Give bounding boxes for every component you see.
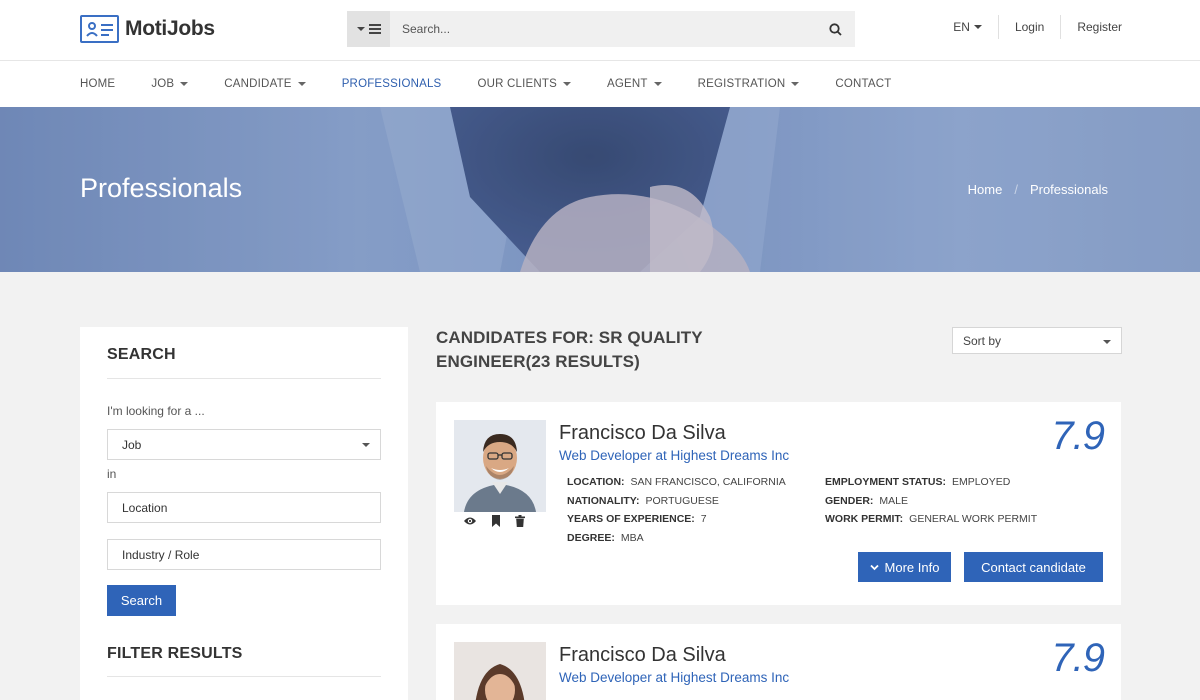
eye-icon[interactable] bbox=[463, 515, 477, 527]
more-info-label: More Info bbox=[884, 559, 940, 575]
breadcrumb-current: Professionals bbox=[1029, 182, 1108, 197]
page-title: Professionals bbox=[80, 173, 243, 203]
candidate-card: Francisco Da Silva Web Developer at High… bbox=[436, 402, 1121, 605]
candidate-photo bbox=[454, 642, 546, 700]
register-link[interactable]: Register bbox=[1077, 20, 1122, 34]
logo[interactable]: MotiJobs bbox=[80, 14, 215, 44]
search-category-toggle[interactable] bbox=[347, 11, 390, 47]
breadcrumb: Home / Professionals bbox=[968, 182, 1108, 197]
looking-for-label: I'm looking for a ... bbox=[107, 404, 205, 418]
caret-down-icon bbox=[362, 443, 370, 447]
nav-candidate[interactable]: CANDIDATE bbox=[224, 78, 306, 90]
header-search bbox=[347, 11, 855, 47]
candidate-role[interactable]: Web Developer at Highest Dreams Inc bbox=[559, 448, 789, 463]
top-header: MotiJobs EN Login Register bbox=[0, 0, 1200, 61]
nationality-row: NATIONALITY: PORTUGUESE bbox=[567, 494, 719, 507]
filter-results-heading: FILTER RESULTS bbox=[107, 645, 243, 662]
breadcrumb-home[interactable]: Home bbox=[968, 182, 1003, 197]
industry-role-placeholder: Industry / Role bbox=[122, 547, 200, 562]
caret-down-icon bbox=[973, 25, 982, 29]
language-select[interactable]: EN bbox=[953, 20, 982, 34]
in-label: in bbox=[107, 467, 117, 481]
employment-row: EMPLOYMENT STATUS: EMPLOYED bbox=[825, 476, 1011, 488]
search-sidebar: SEARCH I'm looking for a ... Job in Loca… bbox=[80, 327, 408, 700]
login-link[interactable]: Login bbox=[1015, 20, 1044, 34]
nav-agent[interactable]: AGENT bbox=[607, 78, 662, 90]
divider bbox=[107, 676, 381, 677]
menu-icon bbox=[368, 24, 381, 34]
nav-our-clients[interactable]: OUR CLIENTS bbox=[477, 78, 571, 90]
nav-registration[interactable]: REGISTRATION bbox=[698, 78, 800, 90]
brand-name: MotiJobs bbox=[125, 17, 215, 40]
work-permit-row: WORK PERMIT: GENERAL WORK PERMIT bbox=[825, 513, 1038, 525]
caret-down-icon bbox=[1103, 340, 1111, 344]
candidate-name[interactable]: Francisco Da Silva bbox=[559, 644, 726, 667]
degree-row: DEGREE: MBA bbox=[567, 531, 644, 544]
location-row: LOCATION: SAN FRANCISCO, CALIFORNIA bbox=[567, 476, 786, 488]
experience-row: YEARS OF EXPERIENCE: 7 bbox=[567, 513, 707, 525]
candidate-score: 7.9 bbox=[1051, 414, 1105, 458]
location-placeholder: Location bbox=[122, 500, 168, 515]
page-banner: Professionals Home / Professionals bbox=[0, 107, 1200, 272]
more-info-button[interactable]: More Info bbox=[858, 552, 951, 582]
nav-professionals[interactable]: PROFESSIONALS bbox=[342, 78, 442, 90]
language-label: EN bbox=[953, 20, 970, 34]
search-icon bbox=[828, 22, 842, 36]
caret-down-icon bbox=[791, 82, 800, 86]
candidate-details-right: EMPLOYMENT STATUS: EMPLOYED GENDER: MALE W… bbox=[825, 473, 1037, 529]
breadcrumb-separator: / bbox=[1014, 182, 1018, 197]
search-button[interactable] bbox=[815, 11, 855, 47]
main-nav: HOME JOB CANDIDATE PROFESSIONALS OUR CLI… bbox=[0, 61, 1200, 107]
search-input[interactable] bbox=[390, 11, 815, 47]
candidate-details-left: LOCATION: SAN FRANCISCO, CALIFORNIA NATIO… bbox=[567, 473, 786, 547]
divider bbox=[997, 15, 999, 39]
id-card-icon bbox=[80, 15, 119, 43]
top-right-links: EN Login Register bbox=[953, 14, 1122, 40]
sort-by-select[interactable]: Sort by bbox=[952, 327, 1122, 354]
contact-candidate-button[interactable]: Contact candidate bbox=[964, 552, 1103, 582]
caret-down-icon bbox=[297, 82, 306, 86]
caret-down-icon bbox=[653, 82, 662, 86]
caret-down-icon bbox=[562, 82, 571, 86]
type-select[interactable]: Job bbox=[107, 429, 381, 460]
chevron-down-icon bbox=[869, 564, 879, 570]
trash-icon[interactable] bbox=[515, 515, 525, 527]
bookmark-icon[interactable] bbox=[491, 515, 501, 527]
results-heading: CANDIDATES FOR: SR QUALITY ENGINEER(23 R… bbox=[436, 328, 703, 371]
candidate-actions bbox=[463, 515, 525, 527]
candidate-score: 7.9 bbox=[1051, 636, 1105, 680]
caret-down-icon bbox=[356, 27, 365, 31]
caret-down-icon bbox=[180, 82, 189, 86]
divider bbox=[107, 378, 381, 379]
divider bbox=[1060, 15, 1062, 39]
location-input[interactable]: Location bbox=[107, 492, 381, 523]
sidebar-search-button[interactable]: Search bbox=[107, 585, 176, 616]
nav-home[interactable]: HOME bbox=[80, 78, 115, 90]
candidate-card: Francisco Da Silva Web Developer at High… bbox=[436, 624, 1121, 700]
industry-role-input[interactable]: Industry / Role bbox=[107, 539, 381, 570]
nav-job[interactable]: JOB bbox=[151, 78, 189, 90]
gender-row: GENDER: MALE bbox=[825, 494, 909, 507]
candidate-role[interactable]: Web Developer at Highest Dreams Inc bbox=[559, 670, 789, 685]
candidate-photo bbox=[454, 420, 546, 512]
type-select-value: Job bbox=[122, 437, 142, 452]
search-heading: SEARCH bbox=[107, 346, 176, 363]
nav-contact[interactable]: CONTACT bbox=[835, 78, 891, 90]
candidate-name[interactable]: Francisco Da Silva bbox=[559, 422, 726, 445]
sort-by-label: Sort by bbox=[963, 333, 1002, 348]
